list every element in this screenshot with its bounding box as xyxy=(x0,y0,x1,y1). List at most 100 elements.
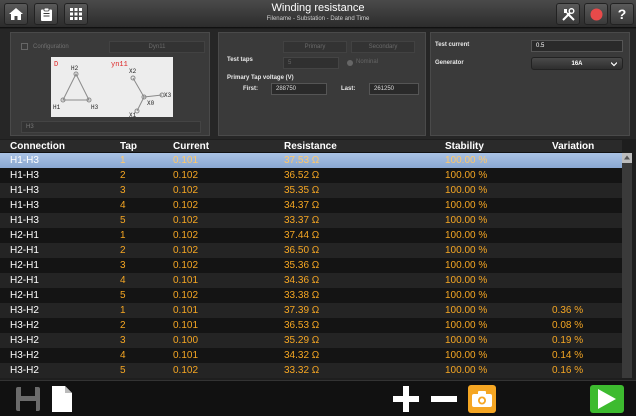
cell-resistance: 33.32 Ω xyxy=(284,365,320,376)
grid-button[interactable] xyxy=(64,3,88,25)
window-title: Winding resistance Filename - Substation… xyxy=(180,2,456,24)
terminal-h2: H2 xyxy=(71,65,79,72)
terminal-h3: H3 xyxy=(91,104,99,111)
column-header-variation[interactable]: Variation xyxy=(552,140,594,153)
cell-resistance: 36.50 Ω xyxy=(284,245,320,256)
clipboard-button[interactable] xyxy=(34,3,58,25)
terminal-x0: X0 xyxy=(147,100,155,107)
remove-icon xyxy=(431,396,457,402)
cell-current: 0.100 xyxy=(173,335,199,346)
cell-tap: 5 xyxy=(120,365,126,376)
last-voltage-field[interactable]: 261250 xyxy=(369,83,419,95)
chevron-down-icon xyxy=(611,62,617,67)
column-header-connection[interactable]: Connection xyxy=(10,140,65,153)
generator-label: Generator xyxy=(435,60,464,66)
table-row[interactable]: H1-H3 5 0.102 33.37 Ω 100.00 % xyxy=(0,213,622,228)
add-icon xyxy=(393,386,419,412)
table-row[interactable]: H3-H2 3 0.100 35.29 Ω 100.00 % 0.19 % xyxy=(0,333,622,348)
nominal-radio[interactable] xyxy=(347,60,353,66)
first-voltage-field[interactable]: 288750 xyxy=(271,83,327,95)
table-row[interactable]: H1-H3 4 0.102 34.37 Ω 100.00 % xyxy=(0,198,622,213)
cell-connection: H1-H3 xyxy=(10,200,39,211)
cell-resistance: 36.52 Ω xyxy=(284,170,320,181)
table-row[interactable]: H2-H1 3 0.102 35.36 Ω 100.00 % xyxy=(0,258,622,273)
cell-tap: 2 xyxy=(120,245,126,256)
table-row[interactable]: H2-H1 5 0.102 33.38 Ω 100.00 % xyxy=(0,288,622,303)
cell-stability: 100.00 % xyxy=(445,230,488,241)
generator-value: 16A xyxy=(571,60,583,67)
column-header-tap[interactable]: Tap xyxy=(120,140,137,153)
cell-connection: H2-H1 xyxy=(10,260,39,271)
table-row[interactable]: H2-H1 1 0.102 37.44 Ω 100.00 % xyxy=(0,228,622,243)
clipboard-icon xyxy=(40,7,52,21)
cell-resistance: 33.38 Ω xyxy=(284,290,320,301)
test-taps-field[interactable]: 5 xyxy=(283,57,339,69)
table-scrollbar[interactable] xyxy=(622,153,632,378)
table-row[interactable]: H3-H2 5 0.102 33.32 Ω 100.00 % 0.16 % xyxy=(0,363,622,378)
table-row[interactable]: H1-H3 2 0.102 36.52 Ω 100.00 % xyxy=(0,168,622,183)
primary-tap-voltage-label: Primary Tap voltage (V) xyxy=(227,75,294,81)
cell-current: 0.101 xyxy=(173,320,199,331)
table-row[interactable]: H3-H2 2 0.101 36.53 Ω 100.00 % 0.08 % xyxy=(0,318,622,333)
cell-resistance: 34.36 Ω xyxy=(284,275,320,286)
generator-select[interactable]: 16A xyxy=(531,57,623,70)
test-current-label: Test current xyxy=(435,42,470,48)
tab-secondary[interactable]: Secondary xyxy=(351,41,415,53)
cell-stability: 100.00 % xyxy=(445,215,488,226)
configuration-label: Configuration xyxy=(33,44,69,50)
play-button[interactable] xyxy=(590,385,624,413)
cell-variation: 0.16 % xyxy=(552,365,584,376)
nominal-label: Nominal xyxy=(356,59,379,65)
chevron-up-icon xyxy=(624,155,630,160)
table-row[interactable]: H2-H1 2 0.102 36.50 Ω 100.00 % xyxy=(0,243,622,258)
cell-current: 0.102 xyxy=(173,185,199,196)
vector-group-tab[interactable]: Dyn11 xyxy=(109,41,205,53)
cell-current: 0.102 xyxy=(173,230,199,241)
table-row[interactable]: H3-H2 4 0.101 34.32 Ω 100.00 % 0.14 % xyxy=(0,348,622,363)
column-header-current[interactable]: Current xyxy=(173,140,209,153)
cell-connection: H3-H2 xyxy=(10,335,39,346)
winding-diagram: D yn11 H2 H1 H3 X2 X3 X0 X1 xyxy=(51,57,173,119)
remove-button[interactable] xyxy=(430,385,458,413)
cell-variation: 0.36 % xyxy=(552,305,584,316)
cell-tap: 3 xyxy=(120,185,126,196)
cell-resistance: 35.29 Ω xyxy=(284,335,320,346)
scroll-up-button[interactable] xyxy=(622,153,632,163)
cell-resistance: 37.39 Ω xyxy=(284,305,320,316)
cell-resistance: 34.37 Ω xyxy=(284,200,320,211)
record-button[interactable] xyxy=(584,3,608,25)
column-header-stability[interactable]: Stability xyxy=(445,140,484,153)
tools-button[interactable] xyxy=(556,3,580,25)
camera-button[interactable] xyxy=(468,385,496,413)
primary-vector-label: D xyxy=(54,61,58,69)
table-row[interactable]: H1-H3 1 0.101 37.53 Ω 100.00 % xyxy=(0,153,622,168)
home-button[interactable] xyxy=(4,3,28,25)
table-row[interactable]: H2-H1 4 0.101 34.36 Ω 100.00 % xyxy=(0,273,622,288)
terminal-h1: H1 xyxy=(53,104,61,111)
configuration-checkbox[interactable] xyxy=(21,43,28,50)
cell-stability: 100.00 % xyxy=(445,275,488,286)
cell-tap: 1 xyxy=(120,305,126,316)
cell-resistance: 37.53 Ω xyxy=(284,155,320,166)
document-icon xyxy=(52,386,72,412)
tap-settings-panel: Primary Secondary Test taps 5 Nominal Pr… xyxy=(218,32,426,136)
tab-primary[interactable]: Primary xyxy=(283,41,347,53)
save-icon xyxy=(16,387,40,411)
save-button[interactable] xyxy=(14,385,42,413)
help-button[interactable]: ? xyxy=(610,3,634,25)
cell-current: 0.102 xyxy=(173,290,199,301)
last-label: Last: xyxy=(341,86,356,92)
cell-resistance: 34.32 Ω xyxy=(284,350,320,361)
help-icon: ? xyxy=(617,6,627,22)
document-button[interactable] xyxy=(48,385,76,413)
table-row[interactable]: H1-H3 3 0.102 35.35 Ω 100.00 % xyxy=(0,183,622,198)
test-current-field[interactable]: 0.5 xyxy=(531,40,623,52)
cell-connection: H2-H1 xyxy=(10,290,39,301)
cell-current: 0.102 xyxy=(173,260,199,271)
configuration-field[interactable]: H3 xyxy=(21,121,201,133)
column-header-resistance[interactable]: Resistance xyxy=(284,140,337,153)
cell-stability: 100.00 % xyxy=(445,245,488,256)
add-button[interactable] xyxy=(392,385,420,413)
cell-stability: 100.00 % xyxy=(445,260,488,271)
table-row[interactable]: H3-H2 1 0.101 37.39 Ω 100.00 % 0.36 % xyxy=(0,303,622,318)
